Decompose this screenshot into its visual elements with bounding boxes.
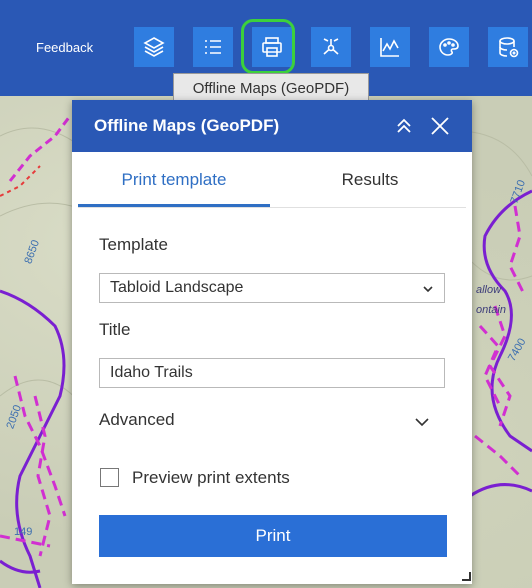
- title-input-value: Idaho Trails: [110, 364, 193, 381]
- basemap-style-button[interactable]: [429, 27, 469, 67]
- panel-title: Offline Maps (GeoPDF): [94, 116, 280, 135]
- legend-list-button[interactable]: [193, 27, 233, 67]
- double-chevron-up-icon: [397, 118, 411, 133]
- tab-print-template[interactable]: Print template: [78, 152, 270, 208]
- preview-extents-checkbox[interactable]: [100, 468, 119, 487]
- layers-button[interactable]: [134, 27, 174, 67]
- palette-icon: [439, 38, 459, 56]
- map-label: ontain: [476, 304, 506, 316]
- collapse-button[interactable]: [392, 114, 416, 138]
- elevation-profile-button[interactable]: [370, 27, 410, 67]
- list-icon: [205, 40, 221, 54]
- network-icon: [323, 38, 339, 55]
- print-submit-button[interactable]: Print: [99, 515, 447, 557]
- chevron-down-icon: [422, 282, 434, 294]
- close-icon: [431, 117, 449, 135]
- feedback-link[interactable]: Feedback: [36, 40, 93, 55]
- print-button-highlight: [241, 19, 295, 74]
- advanced-toggle-label[interactable]: Advanced: [99, 410, 175, 430]
- layers-icon: [143, 37, 165, 57]
- template-label: Template: [99, 235, 168, 254]
- network-button[interactable]: [311, 27, 351, 67]
- preview-extents-label[interactable]: Preview print extents: [132, 468, 290, 488]
- data-button[interactable]: [488, 27, 528, 67]
- advanced-chevron-icon[interactable]: [413, 413, 431, 431]
- title-label: Title: [99, 320, 131, 339]
- panel-header: Offline Maps (GeoPDF): [72, 100, 472, 152]
- template-select[interactable]: Tabloid Landscape: [99, 273, 445, 303]
- print-tooltip: Offline Maps (GeoPDF): [173, 73, 369, 103]
- tab-results[interactable]: Results: [270, 152, 470, 208]
- map-label: 149: [14, 526, 33, 538]
- template-select-value: Tabloid Landscape: [110, 279, 244, 296]
- tab-divider: [78, 207, 466, 208]
- offline-maps-panel: Offline Maps (GeoPDF) Print template Res…: [72, 100, 472, 584]
- map-label: allow: [476, 284, 502, 296]
- resize-handle-icon[interactable]: [462, 572, 472, 582]
- profile-chart-icon: [380, 38, 399, 57]
- database-icon: [499, 37, 519, 58]
- close-button[interactable]: [428, 114, 452, 138]
- title-input[interactable]: Idaho Trails: [99, 358, 445, 388]
